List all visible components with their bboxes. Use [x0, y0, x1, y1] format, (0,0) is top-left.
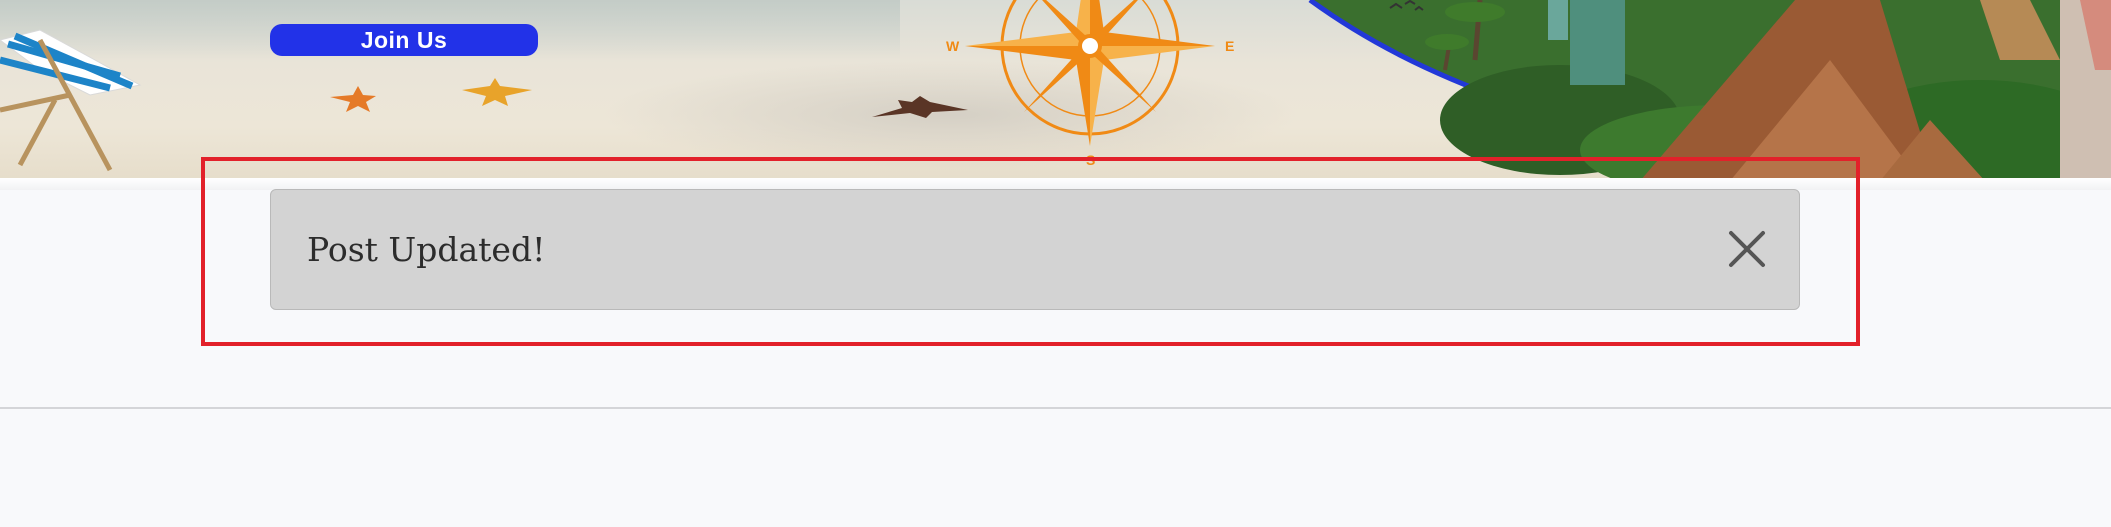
compass-rose-icon [965, 0, 1215, 146]
alert-close-button[interactable] [1725, 227, 1769, 271]
compass-west-label: W [946, 38, 960, 54]
starfish-icon [330, 78, 968, 118]
alert-message: Post Updated! [307, 230, 546, 269]
compass-east-label: E [1225, 38, 1235, 54]
content-divider [0, 407, 2111, 409]
beach-chair-icon [0, 29, 142, 172]
landmarks-illustration [1308, 0, 2111, 181]
close-icon [1729, 231, 1765, 267]
success-alert: Post Updated! [270, 189, 1800, 310]
join-us-button[interactable]: Join Us [270, 24, 538, 56]
header-banner: W E S Join Us [0, 0, 2111, 181]
